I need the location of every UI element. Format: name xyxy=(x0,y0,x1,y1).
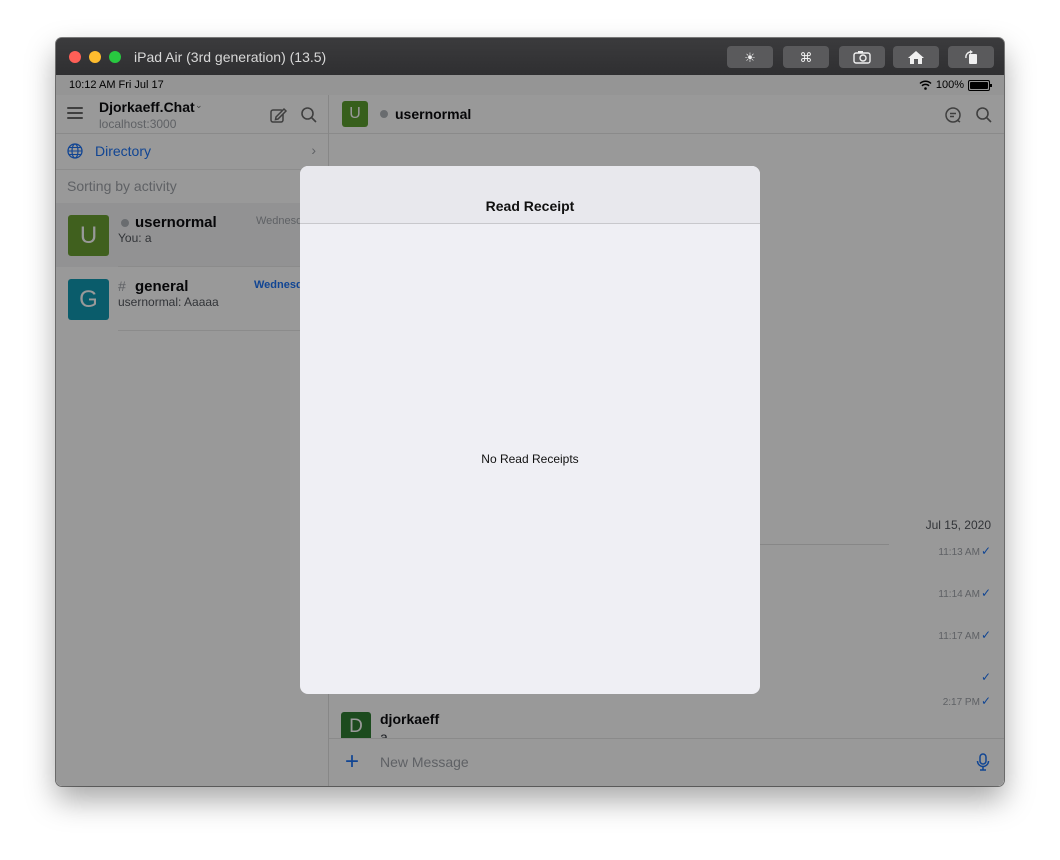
screenshot-button[interactable] xyxy=(839,46,885,68)
brightness-icon: ☀ xyxy=(744,49,756,65)
minimize-window-button[interactable] xyxy=(89,51,101,63)
ipad-screen: 10:12 AM Fri Jul 17 100% Djorkaeff.Chat … xyxy=(56,75,1004,786)
brightness-button[interactable]: ☀ xyxy=(727,46,773,68)
window-title: iPad Air (3rd generation) (13.5) xyxy=(134,49,327,65)
home-button[interactable] xyxy=(893,46,939,68)
zoom-window-button[interactable] xyxy=(109,51,121,63)
title-bar: iPad Air (3rd generation) (13.5) ☀ ⌘ xyxy=(56,38,1004,76)
home-icon xyxy=(908,50,924,64)
read-receipt-modal: Read Receipt No Read Receipts xyxy=(300,166,760,694)
rotate-button[interactable] xyxy=(948,46,994,68)
command-button[interactable]: ⌘ xyxy=(783,46,829,68)
modal-header: Read Receipt xyxy=(300,166,760,224)
command-icon: ⌘ xyxy=(799,49,813,65)
empty-state-text: No Read Receipts xyxy=(481,452,579,466)
modal-title: Read Receipt xyxy=(485,198,575,214)
simulator-window: iPad Air (3rd generation) (13.5) ☀ ⌘ 10:… xyxy=(56,38,1004,786)
rotate-icon xyxy=(965,50,977,64)
close-window-button[interactable] xyxy=(69,51,81,63)
screenshot-icon xyxy=(853,51,871,64)
